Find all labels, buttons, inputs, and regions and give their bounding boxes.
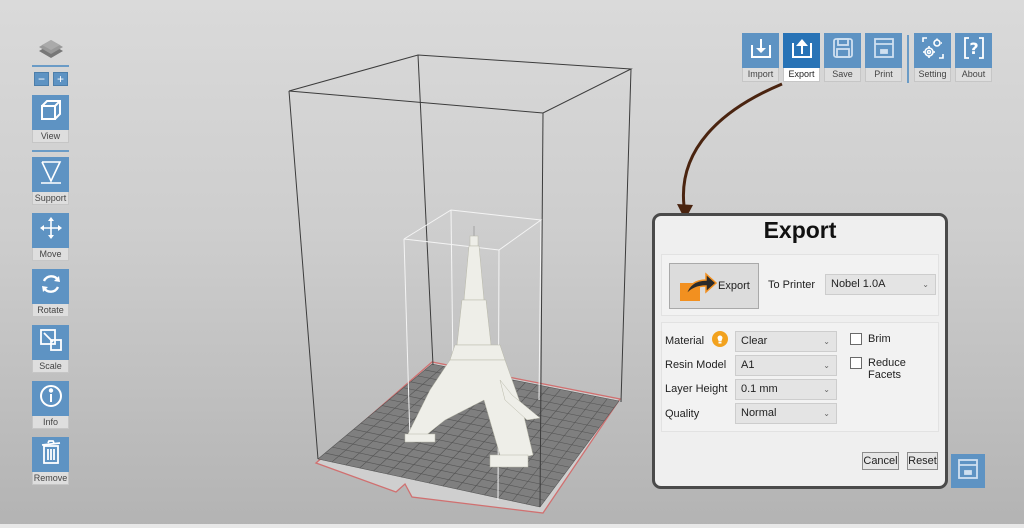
material-select[interactable]: Clear ⌄ <box>735 331 837 352</box>
export-icon <box>791 37 813 64</box>
tool-label: Support <box>32 192 69 205</box>
setting-button[interactable]: Setting <box>914 33 951 82</box>
grid-line <box>367 417 575 461</box>
print-button[interactable]: Print <box>865 33 902 82</box>
tool-label: View <box>32 130 69 143</box>
about-button[interactable]: ? About <box>955 33 992 82</box>
callout-arrow <box>677 82 783 220</box>
toolbar-label: Print <box>865 68 902 82</box>
toolbar-label: Save <box>824 68 861 82</box>
tool-remove-button[interactable]: Remove <box>32 437 69 485</box>
layer-height-select-value: 0.1 mm <box>741 383 778 395</box>
resin-model-select-value: A1 <box>741 359 755 371</box>
resin-model-select[interactable]: A1 ⌄ <box>735 355 837 376</box>
zoom-out-button[interactable]: − <box>34 72 49 86</box>
grid-line <box>374 411 580 455</box>
support-icon <box>39 159 63 190</box>
build-volume-box <box>288 54 633 508</box>
grid-line <box>539 400 620 508</box>
resin-model-label: Resin Model <box>665 359 727 371</box>
quality-select[interactable]: Normal ⌄ <box>735 403 837 424</box>
toolbar-label: Export <box>783 68 820 82</box>
chevron-down-icon: ⌄ <box>823 409 830 418</box>
chevron-down-icon: ⌄ <box>922 280 929 289</box>
status-strip <box>0 524 1024 528</box>
toolbar-label: Setting <box>914 68 951 82</box>
quality-select-value: Normal <box>741 407 777 419</box>
export-to-printer-button[interactable]: Export <box>669 263 759 309</box>
reduce-facets-checkbox[interactable] <box>850 357 862 369</box>
tool-label: Rotate <box>32 304 69 317</box>
cube-icon <box>39 98 63 127</box>
export-button-label: Export <box>718 280 750 292</box>
app-logo <box>36 38 66 60</box>
export-button[interactable]: Export <box>783 33 820 82</box>
layer-height-label: Layer Height <box>665 383 728 395</box>
printer-select[interactable]: Nobel 1.0A ⌄ <box>825 274 936 295</box>
cancel-button[interactable]: Cancel <box>862 452 899 470</box>
print-settings-panel: Material Clear ⌄ Resin Model A1 ⌄ Layer … <box>661 322 939 432</box>
rotate-icon <box>39 272 63 301</box>
trash-icon <box>40 439 62 470</box>
print-icon <box>873 37 895 64</box>
quality-label: Quality <box>665 408 700 420</box>
export-arrow-icon <box>678 271 718 308</box>
print-icon <box>957 458 979 485</box>
tool-label: Remove <box>32 472 69 485</box>
help-icon: ? <box>963 36 985 65</box>
dialog-title: Export <box>763 217 837 243</box>
save-icon <box>832 37 854 64</box>
chevron-down-icon: ⌄ <box>823 385 830 394</box>
toolbar-divider <box>32 65 69 67</box>
import-icon <box>750 37 772 64</box>
brim-checkbox[interactable] <box>850 333 862 345</box>
eiffel-tower-model[interactable] <box>404 226 541 468</box>
printer-select-value: Nobel 1.0A <box>831 278 886 290</box>
svg-text:?: ? <box>969 39 978 58</box>
reset-button[interactable]: Reset <box>907 452 938 470</box>
bulb-icon[interactable] <box>712 331 728 352</box>
import-button[interactable]: Import <box>742 33 779 82</box>
chevron-down-icon: ⌄ <box>823 361 830 370</box>
save-button[interactable]: Save <box>824 33 861 82</box>
chevron-down-icon: ⌄ <box>823 337 830 346</box>
print-shortcut-button[interactable] <box>951 454 985 488</box>
layer-height-select[interactable]: 0.1 mm ⌄ <box>735 379 837 400</box>
info-icon <box>39 384 63 413</box>
toolbar-label: About <box>955 68 992 82</box>
toolbar-label: Import <box>742 68 779 82</box>
tool-move-button[interactable]: Move <box>32 213 69 261</box>
toolbar-divider <box>907 35 909 83</box>
grid-line <box>360 423 570 468</box>
tool-info-button[interactable]: Info <box>32 381 69 429</box>
export-target-panel: Export To Printer Nobel 1.0A ⌄ <box>661 254 939 316</box>
brim-label: Brim <box>868 333 891 345</box>
reduce-facets-label: Reduce Facets <box>868 357 906 381</box>
tool-label: Info <box>32 416 69 429</box>
material-label: Material <box>665 335 705 347</box>
tool-scale-button[interactable]: Scale <box>32 325 69 373</box>
tool-label: Move <box>32 248 69 261</box>
scale-icon <box>39 328 63 357</box>
export-dialog: Export Export To Printer Nobel 1.0A ⌄ Ma… <box>652 213 948 489</box>
gear-icon <box>921 36 945 65</box>
tool-label: Scale <box>32 360 69 373</box>
tool-rotate-button[interactable]: Rotate <box>32 269 69 317</box>
move-icon <box>39 216 63 245</box>
to-printer-label: To Printer <box>768 279 816 291</box>
grid-line <box>353 429 565 475</box>
toolbar-divider <box>32 150 69 152</box>
tool-support-button[interactable]: Support <box>32 157 69 205</box>
grid-line <box>525 398 608 505</box>
zoom-in-button[interactable]: + <box>53 72 68 86</box>
material-select-value: Clear <box>741 335 768 347</box>
tool-view-button[interactable]: View <box>32 95 69 143</box>
grid-line <box>317 363 433 460</box>
